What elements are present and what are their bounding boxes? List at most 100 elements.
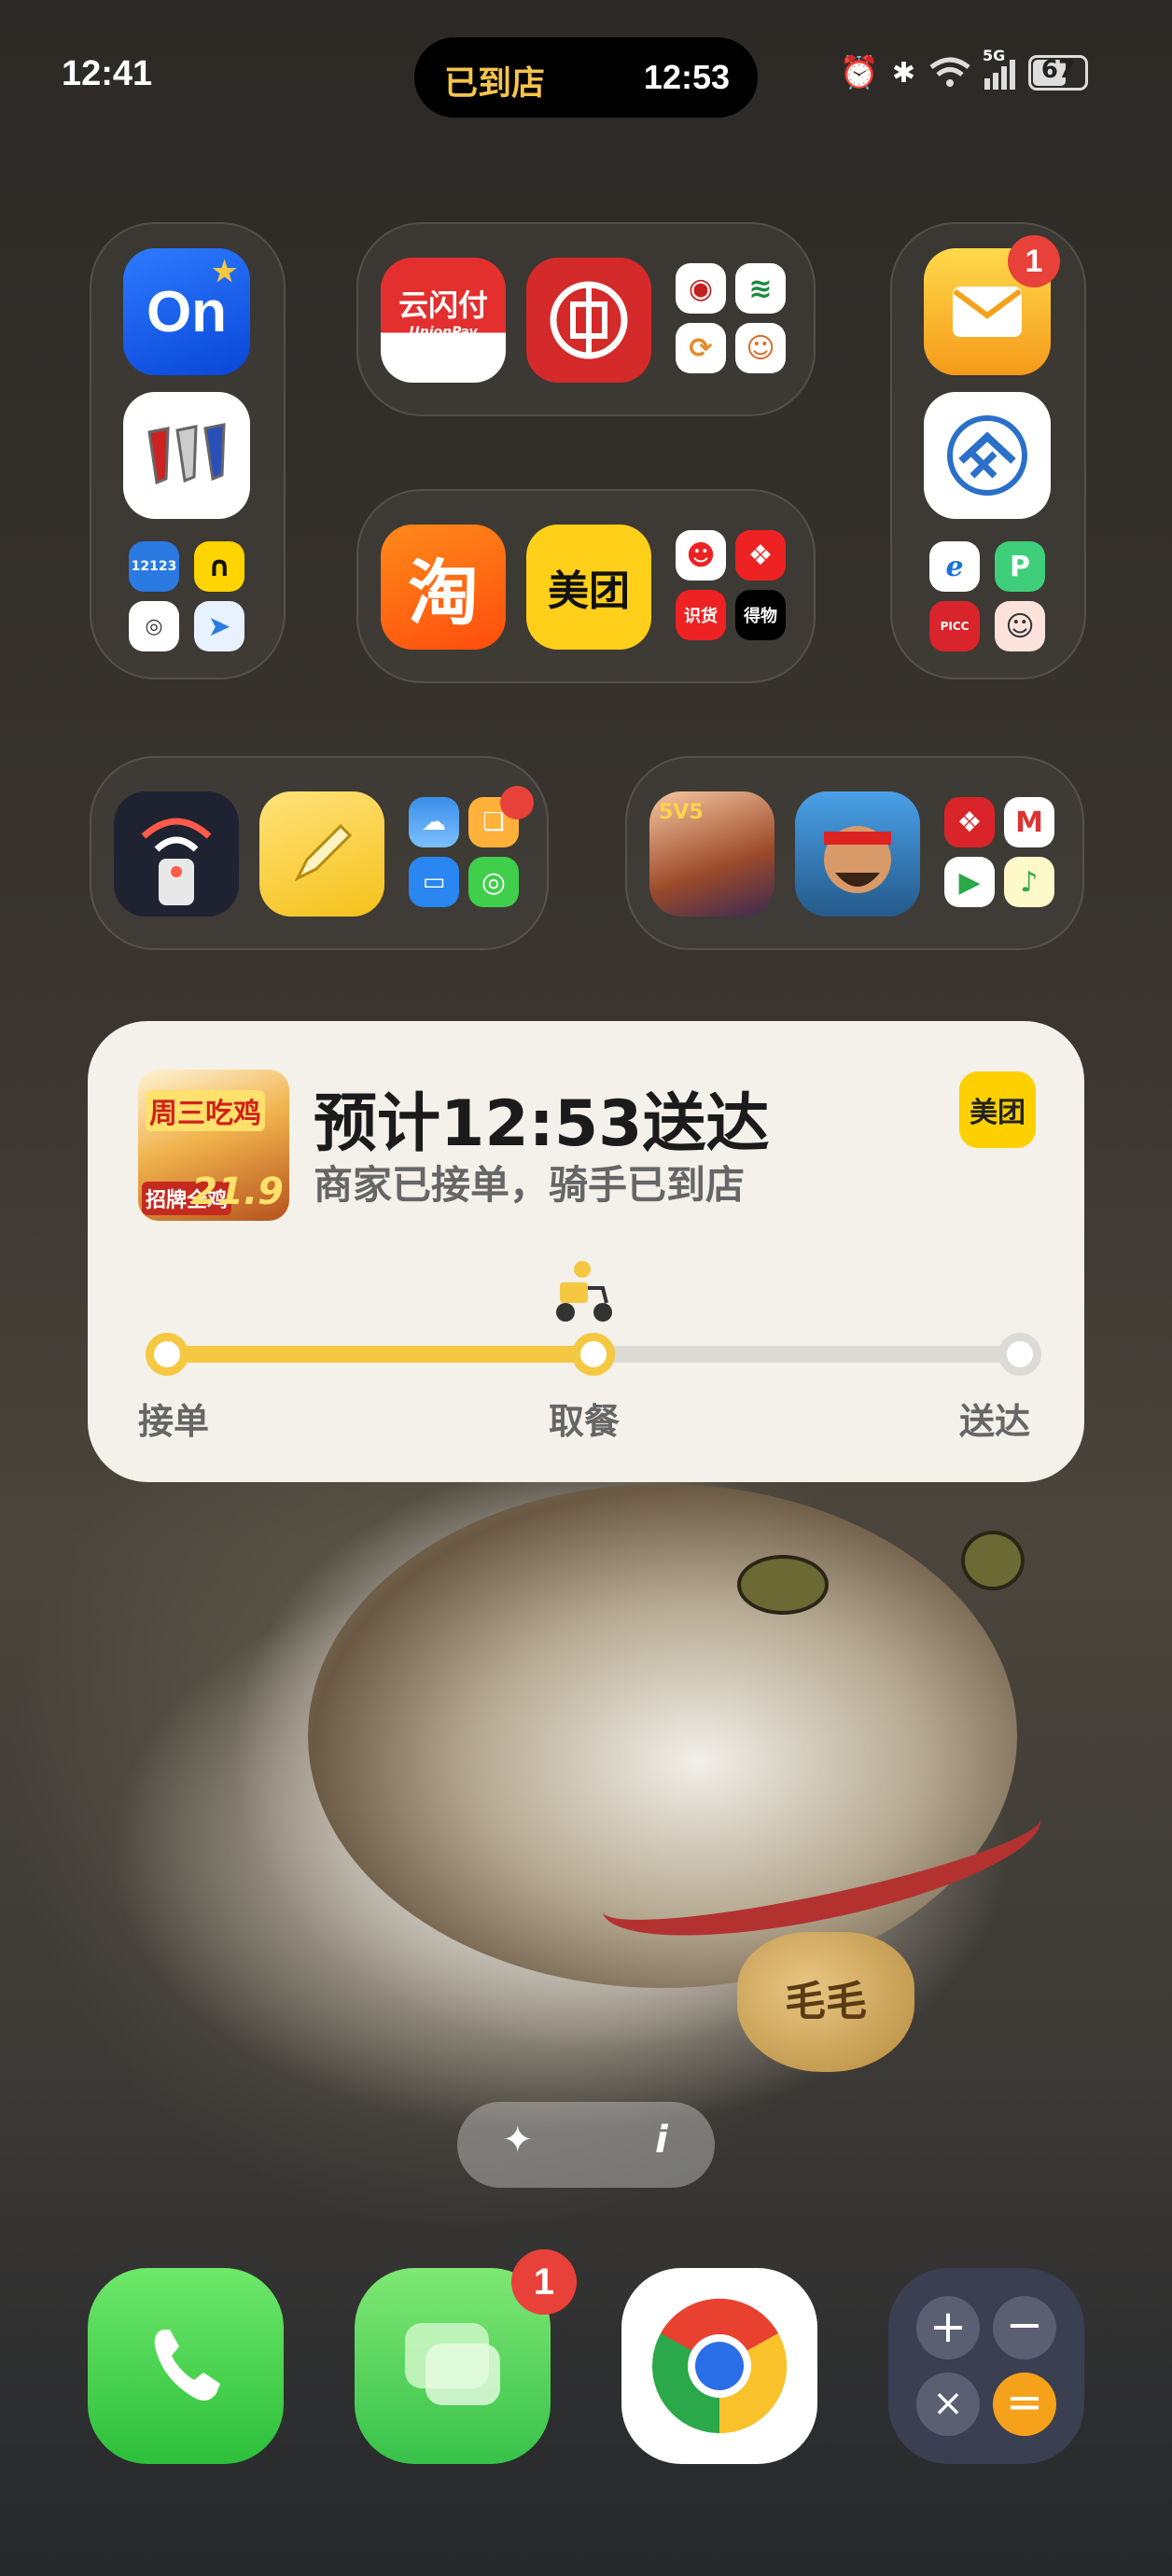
app-files[interactable]: ▭ bbox=[409, 857, 459, 907]
info-icon[interactable]: i bbox=[655, 2119, 668, 2162]
app-folder-games[interactable]: 5V5 ❖ M ▶ ♪ bbox=[625, 756, 1084, 950]
delivery-live-activity[interactable]: 周三吃鸡 招牌全鸡 21.9 预计12:53送达 商家已接单，骑手已到店 美团 … bbox=[88, 1021, 1084, 1482]
app-icbc[interactable] bbox=[526, 258, 651, 383]
dock-phone[interactable] bbox=[88, 2268, 284, 2464]
app-bank4[interactable]: ☺ bbox=[735, 323, 786, 373]
unionpay-label: 云闪付 bbox=[398, 287, 488, 323]
app-unionpay[interactable]: 云闪付 UnionPay bbox=[381, 258, 506, 383]
app-house[interactable] bbox=[924, 392, 1051, 519]
sparkle-icon[interactable]: ✦ bbox=[502, 2119, 534, 2162]
messages-badge: 1 bbox=[511, 2249, 577, 2315]
step-label-accepted: 接单 bbox=[138, 1401, 210, 1442]
app-send[interactable]: ➤ bbox=[194, 601, 244, 651]
wallpaper-collar-tag: 毛毛 bbox=[737, 1932, 914, 2072]
dewu-label: 得物 bbox=[744, 607, 777, 626]
app-avatar[interactable]: ☺ bbox=[995, 601, 1045, 651]
game-label: 5V5 bbox=[659, 801, 704, 824]
battery-level: 67 bbox=[1040, 56, 1076, 84]
app-qq-music[interactable]: ♪ bbox=[1004, 857, 1054, 907]
app-folder-left[interactable]: On ★ 12123 ∩ ◎ ➤ bbox=[90, 222, 286, 679]
thumb-price: 21.9 bbox=[191, 1170, 284, 1213]
remote-wifi-icon bbox=[141, 818, 212, 905]
wallpaper-cat-eye bbox=[961, 1531, 1025, 1590]
cellular-icon: 5G bbox=[983, 47, 1015, 90]
app-folder-shopping[interactable]: 淘 美团 ☻ ❖ 识货 得物 bbox=[356, 489, 816, 683]
message-bubbles-icon bbox=[405, 2323, 500, 2405]
calc-minus-icon: − bbox=[993, 2296, 1056, 2359]
picc-label: PICC bbox=[940, 620, 970, 633]
shihuo-label: 识货 bbox=[684, 607, 718, 626]
pencil-icon bbox=[294, 823, 353, 882]
app-12123-label: 12123 bbox=[131, 559, 177, 574]
app-on[interactable]: On ★ bbox=[123, 248, 250, 375]
delivery-status-subtitle: 商家已接单，骑手已到店 bbox=[314, 1162, 746, 1208]
step-label-delivered: 送达 bbox=[959, 1401, 1031, 1442]
delivery-progress-track bbox=[146, 1333, 1041, 1376]
merchant-thumbnail: 周三吃鸡 招牌全鸡 21.9 bbox=[138, 1070, 289, 1221]
status-icons: ⏰ ✱ 5G 67 bbox=[839, 47, 1088, 91]
buick-shields-icon bbox=[147, 423, 226, 485]
island-status-label: 已到店 bbox=[444, 64, 546, 103]
app-bank3[interactable]: ⟳ bbox=[676, 323, 726, 373]
app-folder-right[interactable]: 1 ℯ P PICC ☺ bbox=[890, 222, 1086, 679]
battery-icon: 67 bbox=[1028, 55, 1088, 91]
app-picc[interactable]: PICC bbox=[929, 601, 980, 651]
app-boc[interactable]: ◉ bbox=[676, 263, 726, 314]
app-p-green[interactable]: P bbox=[995, 541, 1045, 592]
taobao-label: 淘 bbox=[408, 552, 479, 635]
app-pdd[interactable]: ❖ bbox=[735, 530, 786, 581]
bluetooth-icon: ✱ bbox=[891, 56, 915, 90]
dock-calculator[interactable]: + − × = bbox=[888, 2268, 1084, 2464]
app-jd[interactable]: ☻ bbox=[676, 530, 726, 581]
mail-envelope-icon bbox=[953, 287, 1022, 337]
app-weather[interactable]: ☁ bbox=[409, 797, 459, 847]
network-type-label: 5G bbox=[983, 47, 1006, 64]
status-time: 12:41 bbox=[62, 54, 153, 93]
meituan-logo: 美团 bbox=[959, 1071, 1036, 1148]
app-notes[interactable] bbox=[259, 791, 384, 917]
wallpaper-cat-eye bbox=[737, 1555, 829, 1615]
phone-icon bbox=[154, 2330, 220, 2401]
step-label-pickup: 取餐 bbox=[549, 1401, 621, 1442]
app-meituan[interactable]: 美团 bbox=[526, 525, 651, 650]
app-gmail[interactable]: M bbox=[1004, 797, 1054, 847]
app-folder-tools[interactable]: ☁ ❏ ▭ ◎ bbox=[90, 756, 549, 950]
app-folder-banks[interactable]: 云闪付 UnionPay ◉ ≋ ⟳ ☺ bbox=[356, 222, 816, 416]
app-seal[interactable]: ◎ bbox=[129, 601, 179, 651]
house-logo-icon bbox=[947, 415, 1027, 496]
calc-equals-icon: = bbox=[993, 2373, 1056, 2436]
calc-times-icon: × bbox=[916, 2373, 980, 2436]
app-honor-of-kings[interactable]: 5V5 bbox=[649, 791, 774, 917]
app-12123[interactable]: 12123 bbox=[129, 541, 179, 592]
delivery-progress-fill bbox=[159, 1346, 585, 1363]
app-buick[interactable] bbox=[123, 392, 250, 519]
mail-badge: 1 bbox=[1008, 235, 1060, 287]
app-arch[interactable]: ∩ bbox=[194, 541, 244, 592]
app-on-label: On bbox=[146, 279, 228, 344]
app-dewu[interactable]: 得物 bbox=[735, 590, 786, 640]
meituan-label: 美团 bbox=[548, 567, 630, 615]
status-bar: 12:41 已到店 12:53 ⏰ ✱ 5G 67 bbox=[0, 0, 1172, 140]
app-shihuo[interactable]: 识货 bbox=[676, 590, 726, 640]
app-play-store[interactable]: ▶ bbox=[944, 857, 995, 907]
dock-chrome[interactable] bbox=[621, 2268, 817, 2464]
app-remote[interactable] bbox=[114, 791, 239, 917]
app-telecom[interactable]: ℯ bbox=[929, 541, 980, 592]
app-pattern[interactable]: ❖ bbox=[944, 797, 995, 847]
app-clash-warrior[interactable] bbox=[795, 791, 920, 917]
calc-plus-icon: + bbox=[916, 2296, 980, 2359]
delivery-eta-title: 预计12:53送达 bbox=[314, 1087, 770, 1161]
progress-node-delivered bbox=[998, 1333, 1041, 1376]
star-icon: ★ bbox=[212, 257, 237, 287]
alarm-icon: ⏰ bbox=[839, 54, 879, 91]
app-taobao[interactable]: 淘 bbox=[381, 525, 506, 650]
dynamic-island[interactable]: 已到店 12:53 bbox=[414, 37, 758, 118]
app-postal[interactable]: ≋ bbox=[735, 263, 786, 314]
chrome-icon bbox=[652, 2298, 788, 2433]
home-page-indicator[interactable]: ✦ i bbox=[457, 2102, 715, 2188]
icbc-logo-icon bbox=[550, 281, 628, 359]
progress-node-accepted bbox=[146, 1333, 188, 1376]
thumb-title: 周三吃鸡 bbox=[146, 1090, 265, 1131]
unionpay-sublabel: UnionPay bbox=[409, 325, 478, 340]
app-find[interactable]: ◎ bbox=[468, 857, 519, 907]
